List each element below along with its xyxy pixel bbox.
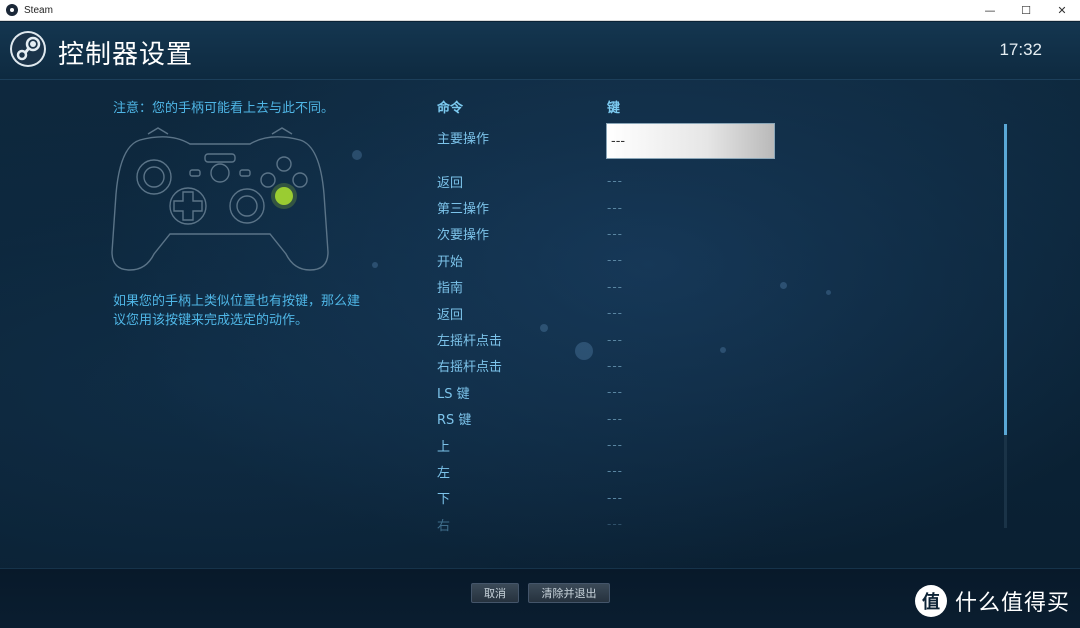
- binding-row[interactable]: 右 ---: [437, 511, 797, 537]
- scrollbar-thumb[interactable]: [1004, 124, 1007, 435]
- clock: 17:32: [999, 40, 1042, 59]
- binding-row[interactable]: 左 ---: [437, 458, 797, 484]
- binding-row[interactable]: 第三操作 ---: [437, 194, 797, 220]
- steam-app-icon: [6, 4, 18, 16]
- binding-command: 右摇杆点击: [437, 360, 503, 376]
- controller-note: 注意：您的手柄可能看上去与此不同。: [113, 101, 335, 116]
- binding-row[interactable]: RS 键 ---: [437, 406, 797, 432]
- window-titlebar: Steam — ☐ ✕: [0, 0, 1080, 21]
- maximize-button[interactable]: ☐: [1008, 0, 1044, 21]
- binding-row[interactable]: 次要操作 ---: [437, 221, 797, 247]
- binding-row[interactable]: LS 键 ---: [437, 379, 797, 405]
- watermark: 值 什么值得买: [914, 585, 1070, 617]
- steam-logo-icon: [10, 31, 46, 67]
- binding-row[interactable]: 左摇杆点击 ---: [437, 326, 797, 352]
- binding-command: 上: [437, 439, 451, 455]
- binding-command: 返回: [437, 307, 464, 323]
- binding-command: 开始: [437, 254, 464, 270]
- binding-key[interactable]: ---: [607, 253, 623, 267]
- footer-bar: 取消 清除并退出 值 什么值得买: [0, 568, 1080, 628]
- binding-row[interactable]: 指南 ---: [437, 274, 797, 300]
- key-binding-field[interactable]: ---: [606, 123, 775, 159]
- binding-row[interactable]: 主要操作 ---: [437, 122, 797, 168]
- clear-and-exit-button[interactable]: 清除并退出: [528, 583, 610, 603]
- controller-hint: 如果您的手柄上类似位置也有按键，那么建议您用该按键来完成选定的动作。: [113, 294, 361, 328]
- binding-command: 次要操作: [437, 228, 490, 244]
- binding-command: RS 键: [437, 413, 472, 429]
- binding-key[interactable]: ---: [607, 385, 623, 399]
- binding-key[interactable]: ---: [607, 412, 623, 426]
- bokeh-dot: [352, 150, 362, 160]
- controller-settings-screen: 控制器设置 17:32 注意：您的手柄可能看上去与此不同。 如果您的手柄上类似位…: [0, 22, 1080, 628]
- scrollbar-track[interactable]: [1004, 124, 1007, 528]
- binding-key[interactable]: ---: [607, 174, 623, 188]
- column-header-key: 键: [607, 101, 621, 116]
- binding-key[interactable]: ---: [607, 438, 623, 452]
- binding-key[interactable]: ---: [607, 333, 623, 347]
- binding-command: 右: [437, 518, 451, 534]
- binding-key[interactable]: ---: [607, 359, 623, 373]
- binding-command: 主要操作: [437, 132, 490, 147]
- binding-list: 主要操作 --- 返回 --- 第三操作 --- 次要操作 --- 开始 ---…: [437, 122, 797, 537]
- bokeh-dot: [372, 262, 378, 268]
- minimize-button[interactable]: —: [972, 0, 1008, 21]
- window-controls: — ☐ ✕: [972, 0, 1080, 21]
- binding-row[interactable]: 返回 ---: [437, 300, 797, 326]
- binding-command: 左: [437, 465, 451, 481]
- binding-command: 左摇杆点击: [437, 334, 503, 350]
- cancel-button[interactable]: 取消: [471, 583, 519, 603]
- binding-key[interactable]: ---: [607, 201, 623, 215]
- binding-key[interactable]: ---: [607, 517, 623, 531]
- watermark-badge-icon: 值: [914, 585, 947, 617]
- binding-row[interactable]: 下 ---: [437, 485, 797, 511]
- binding-key[interactable]: ---: [607, 464, 623, 478]
- column-header-command: 命令: [437, 101, 464, 116]
- binding-command: LS 键: [437, 386, 470, 402]
- gamepad-diagram-icon: [111, 127, 329, 271]
- binding-key[interactable]: ---: [607, 306, 623, 320]
- binding-command: 指南: [437, 281, 464, 297]
- binding-row[interactable]: 上 ---: [437, 432, 797, 458]
- bokeh-dot: [826, 290, 831, 295]
- binding-command: 下: [437, 492, 451, 508]
- binding-row[interactable]: 开始 ---: [437, 247, 797, 273]
- page-title: 控制器设置: [58, 40, 194, 70]
- binding-key[interactable]: ---: [607, 227, 623, 241]
- binding-row[interactable]: 右摇杆点击 ---: [437, 353, 797, 379]
- binding-key[interactable]: ---: [607, 491, 623, 505]
- binding-key[interactable]: ---: [607, 280, 623, 294]
- header-bar: 控制器设置 17:32: [0, 22, 1080, 80]
- close-button[interactable]: ✕: [1044, 0, 1080, 21]
- binding-command: 第三操作: [437, 202, 490, 218]
- watermark-text: 什么值得买: [954, 591, 1070, 616]
- binding-row[interactable]: 返回 ---: [437, 168, 797, 194]
- binding-command: 返回: [437, 175, 464, 191]
- window-title: Steam: [24, 4, 53, 16]
